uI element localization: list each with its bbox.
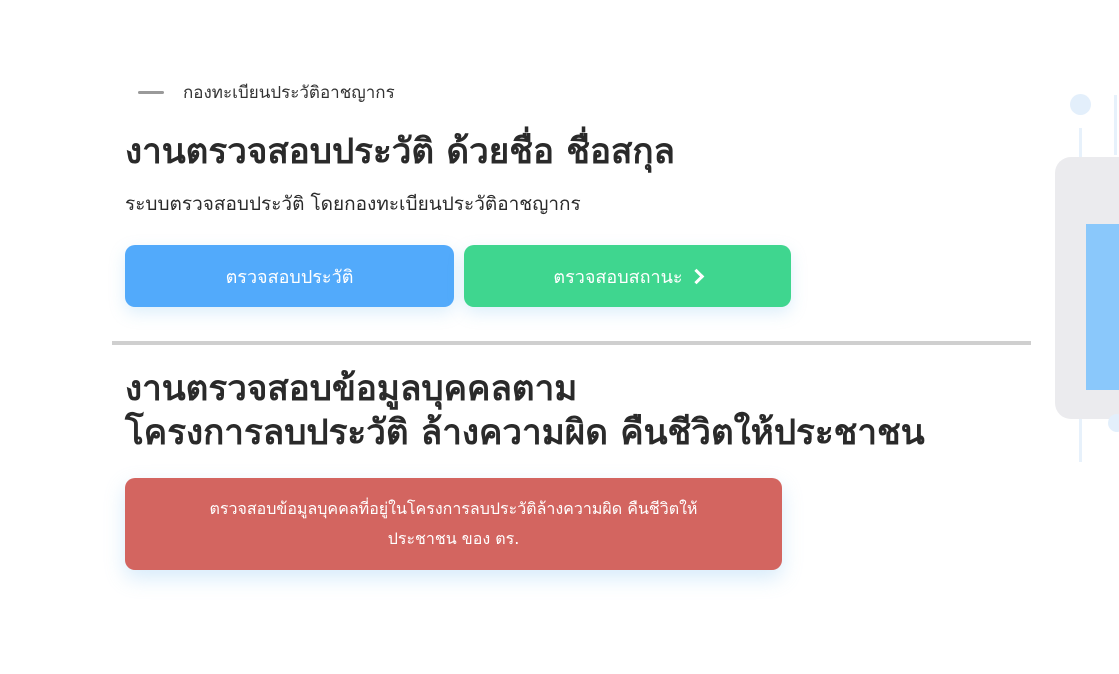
- check-history-button[interactable]: ตรวจสอบประวัติ: [125, 245, 454, 307]
- check-project-person-line2: ประชาชน ของ ตร.: [387, 529, 520, 548]
- decoration-dot-lower: [1108, 414, 1119, 432]
- chevron-right-icon: [688, 268, 704, 285]
- section-title-line2: โครงการลบประวัติ ล้างความผิด คืนชีวิตให้…: [125, 413, 925, 453]
- device-screen-illustration: [1086, 224, 1119, 390]
- page: กองทะเบียนประวัติอาชญากร งานตรวจสอบประวั…: [0, 0, 1119, 674]
- check-project-person-line1: ตรวจสอบข้อมูลบุคคลที่อยู่ในโครงการลบประว…: [209, 499, 698, 518]
- check-status-button[interactable]: ตรวจสอบสถานะ: [464, 245, 791, 307]
- check-status-label: ตรวจสอบสถานะ: [553, 266, 683, 288]
- section-title: งานตรวจสอบข้อมูลบุคคลตาม โครงการลบประวัต…: [125, 367, 925, 455]
- eyebrow: กองทะเบียนประวัติอาชญากร: [138, 79, 395, 106]
- check-history-label: ตรวจสอบประวัติ: [225, 266, 354, 288]
- page-subtitle: ระบบตรวจสอบประวัติ โดยกองทะเบียนประวัติอ…: [125, 193, 581, 215]
- eyebrow-dash: [138, 91, 164, 94]
- eyebrow-text: กองทะเบียนประวัติอาชญากร: [183, 83, 395, 103]
- check-project-person-button[interactable]: ตรวจสอบข้อมูลบุคคลที่อยู่ในโครงการลบประว…: [125, 478, 782, 570]
- decoration-dot: [1070, 94, 1091, 115]
- decoration-line-short: [1114, 95, 1117, 155]
- section-title-line1: งานตรวจสอบข้อมูลบุคคลตาม: [125, 369, 578, 409]
- page-title: งานตรวจสอบประวัติ ด้วยชื่อ ชื่อสกุล: [125, 132, 675, 172]
- section-divider: [112, 341, 1031, 345]
